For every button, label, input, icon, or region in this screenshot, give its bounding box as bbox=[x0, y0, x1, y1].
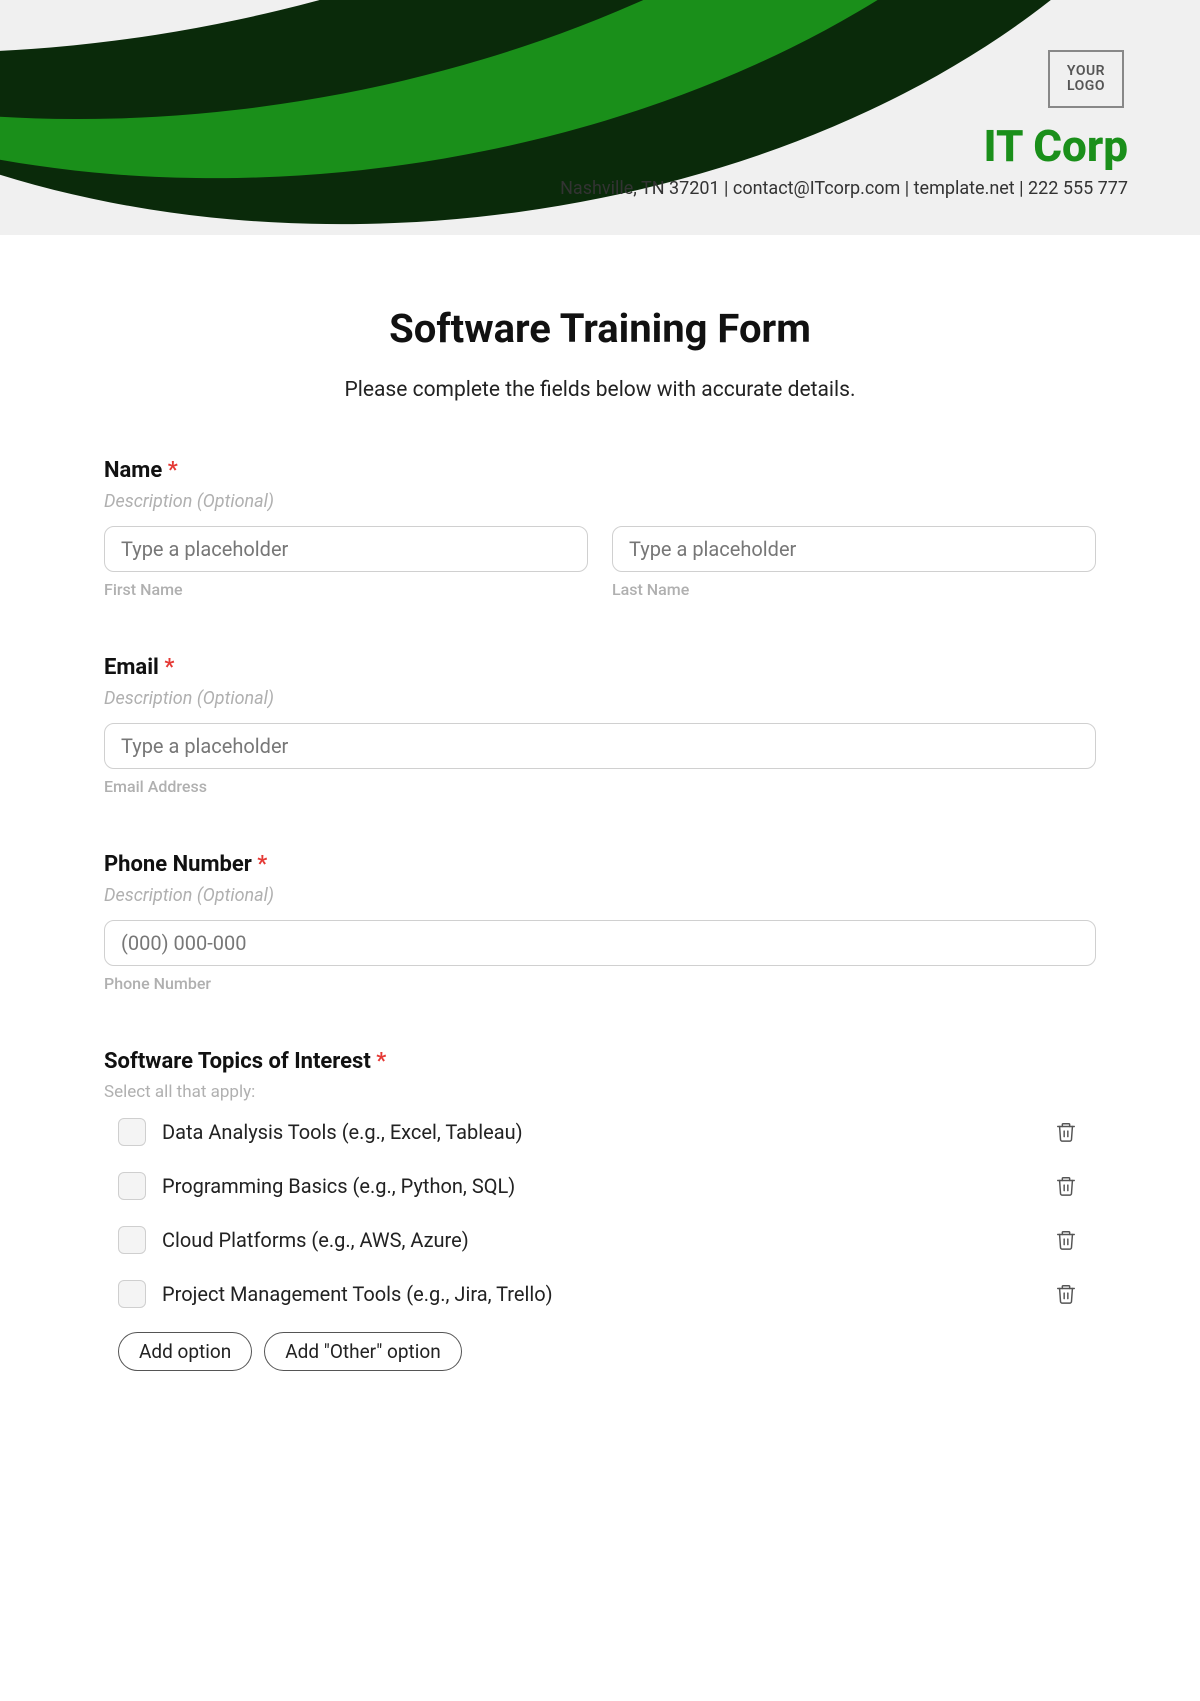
topic-option-label[interactable]: Project Management Tools (e.g., Jira, Tr… bbox=[162, 1282, 1034, 1306]
trash-icon[interactable] bbox=[1050, 1116, 1082, 1148]
topics-label-text: Software Topics of Interest bbox=[104, 1049, 371, 1074]
header-banner: YOUR LOGO IT Corp Nashville, TN 37201 | … bbox=[0, 0, 1200, 235]
field-name: Name * Description (Optional) First Name… bbox=[104, 458, 1096, 599]
topic-option-label[interactable]: Data Analysis Tools (e.g., Excel, Tablea… bbox=[162, 1120, 1034, 1144]
contact-line: Nashville, TN 37201 | contact@ITcorp.com… bbox=[560, 178, 1128, 199]
form-intro: Please complete the fields below with ac… bbox=[104, 378, 1096, 402]
first-name-input[interactable] bbox=[104, 526, 588, 572]
trash-icon[interactable] bbox=[1050, 1224, 1082, 1256]
first-name-sublabel: First Name bbox=[104, 580, 588, 599]
name-label: Name * bbox=[104, 458, 1096, 483]
phone-input[interactable] bbox=[104, 920, 1096, 966]
email-description[interactable]: Description (Optional) bbox=[104, 688, 1096, 709]
email-input[interactable] bbox=[104, 723, 1096, 769]
trash-icon[interactable] bbox=[1050, 1170, 1082, 1202]
field-phone: Phone Number * Description (Optional) Ph… bbox=[104, 852, 1096, 993]
topic-option-label[interactable]: Cloud Platforms (e.g., AWS, Azure) bbox=[162, 1228, 1034, 1252]
company-name: IT Corp bbox=[983, 120, 1128, 172]
field-email: Email * Description (Optional) Email Add… bbox=[104, 655, 1096, 796]
last-name-input[interactable] bbox=[612, 526, 1096, 572]
required-mark: * bbox=[257, 852, 267, 877]
add-other-option-button[interactable]: Add "Other" option bbox=[264, 1332, 462, 1371]
phone-sublabel: Phone Number bbox=[104, 974, 1096, 993]
last-name-sublabel: Last Name bbox=[612, 580, 1096, 599]
form-container: Software Training Form Please complete t… bbox=[0, 235, 1200, 1467]
required-mark: * bbox=[164, 655, 174, 680]
email-label: Email * bbox=[104, 655, 1096, 680]
topic-option-row: Data Analysis Tools (e.g., Excel, Tablea… bbox=[104, 1116, 1096, 1148]
email-sublabel: Email Address bbox=[104, 777, 1096, 796]
checkbox[interactable] bbox=[118, 1226, 146, 1254]
topic-option-row: Programming Basics (e.g., Python, SQL) bbox=[104, 1170, 1096, 1202]
topics-label: Software Topics of Interest * bbox=[104, 1049, 1096, 1074]
topic-option-label[interactable]: Programming Basics (e.g., Python, SQL) bbox=[162, 1174, 1034, 1198]
checkbox[interactable] bbox=[118, 1118, 146, 1146]
form-title: Software Training Form bbox=[104, 305, 1096, 352]
topic-option-row: Project Management Tools (e.g., Jira, Tr… bbox=[104, 1278, 1096, 1310]
logo-placeholder: YOUR LOGO bbox=[1048, 50, 1124, 108]
phone-label-text: Phone Number bbox=[104, 852, 252, 877]
checkbox[interactable] bbox=[118, 1280, 146, 1308]
email-label-text: Email bbox=[104, 655, 159, 680]
add-option-button[interactable]: Add option bbox=[118, 1332, 252, 1371]
phone-label: Phone Number * bbox=[104, 852, 1096, 877]
phone-description[interactable]: Description (Optional) bbox=[104, 885, 1096, 906]
field-topics: Software Topics of Interest * Select all… bbox=[104, 1049, 1096, 1371]
required-mark: * bbox=[376, 1049, 386, 1074]
trash-icon[interactable] bbox=[1050, 1278, 1082, 1310]
checkbox[interactable] bbox=[118, 1172, 146, 1200]
topic-option-row: Cloud Platforms (e.g., AWS, Azure) bbox=[104, 1224, 1096, 1256]
name-description[interactable]: Description (Optional) bbox=[104, 491, 1096, 512]
name-label-text: Name bbox=[104, 458, 162, 483]
topics-description: Select all that apply: bbox=[104, 1082, 1096, 1102]
required-mark: * bbox=[168, 458, 178, 483]
